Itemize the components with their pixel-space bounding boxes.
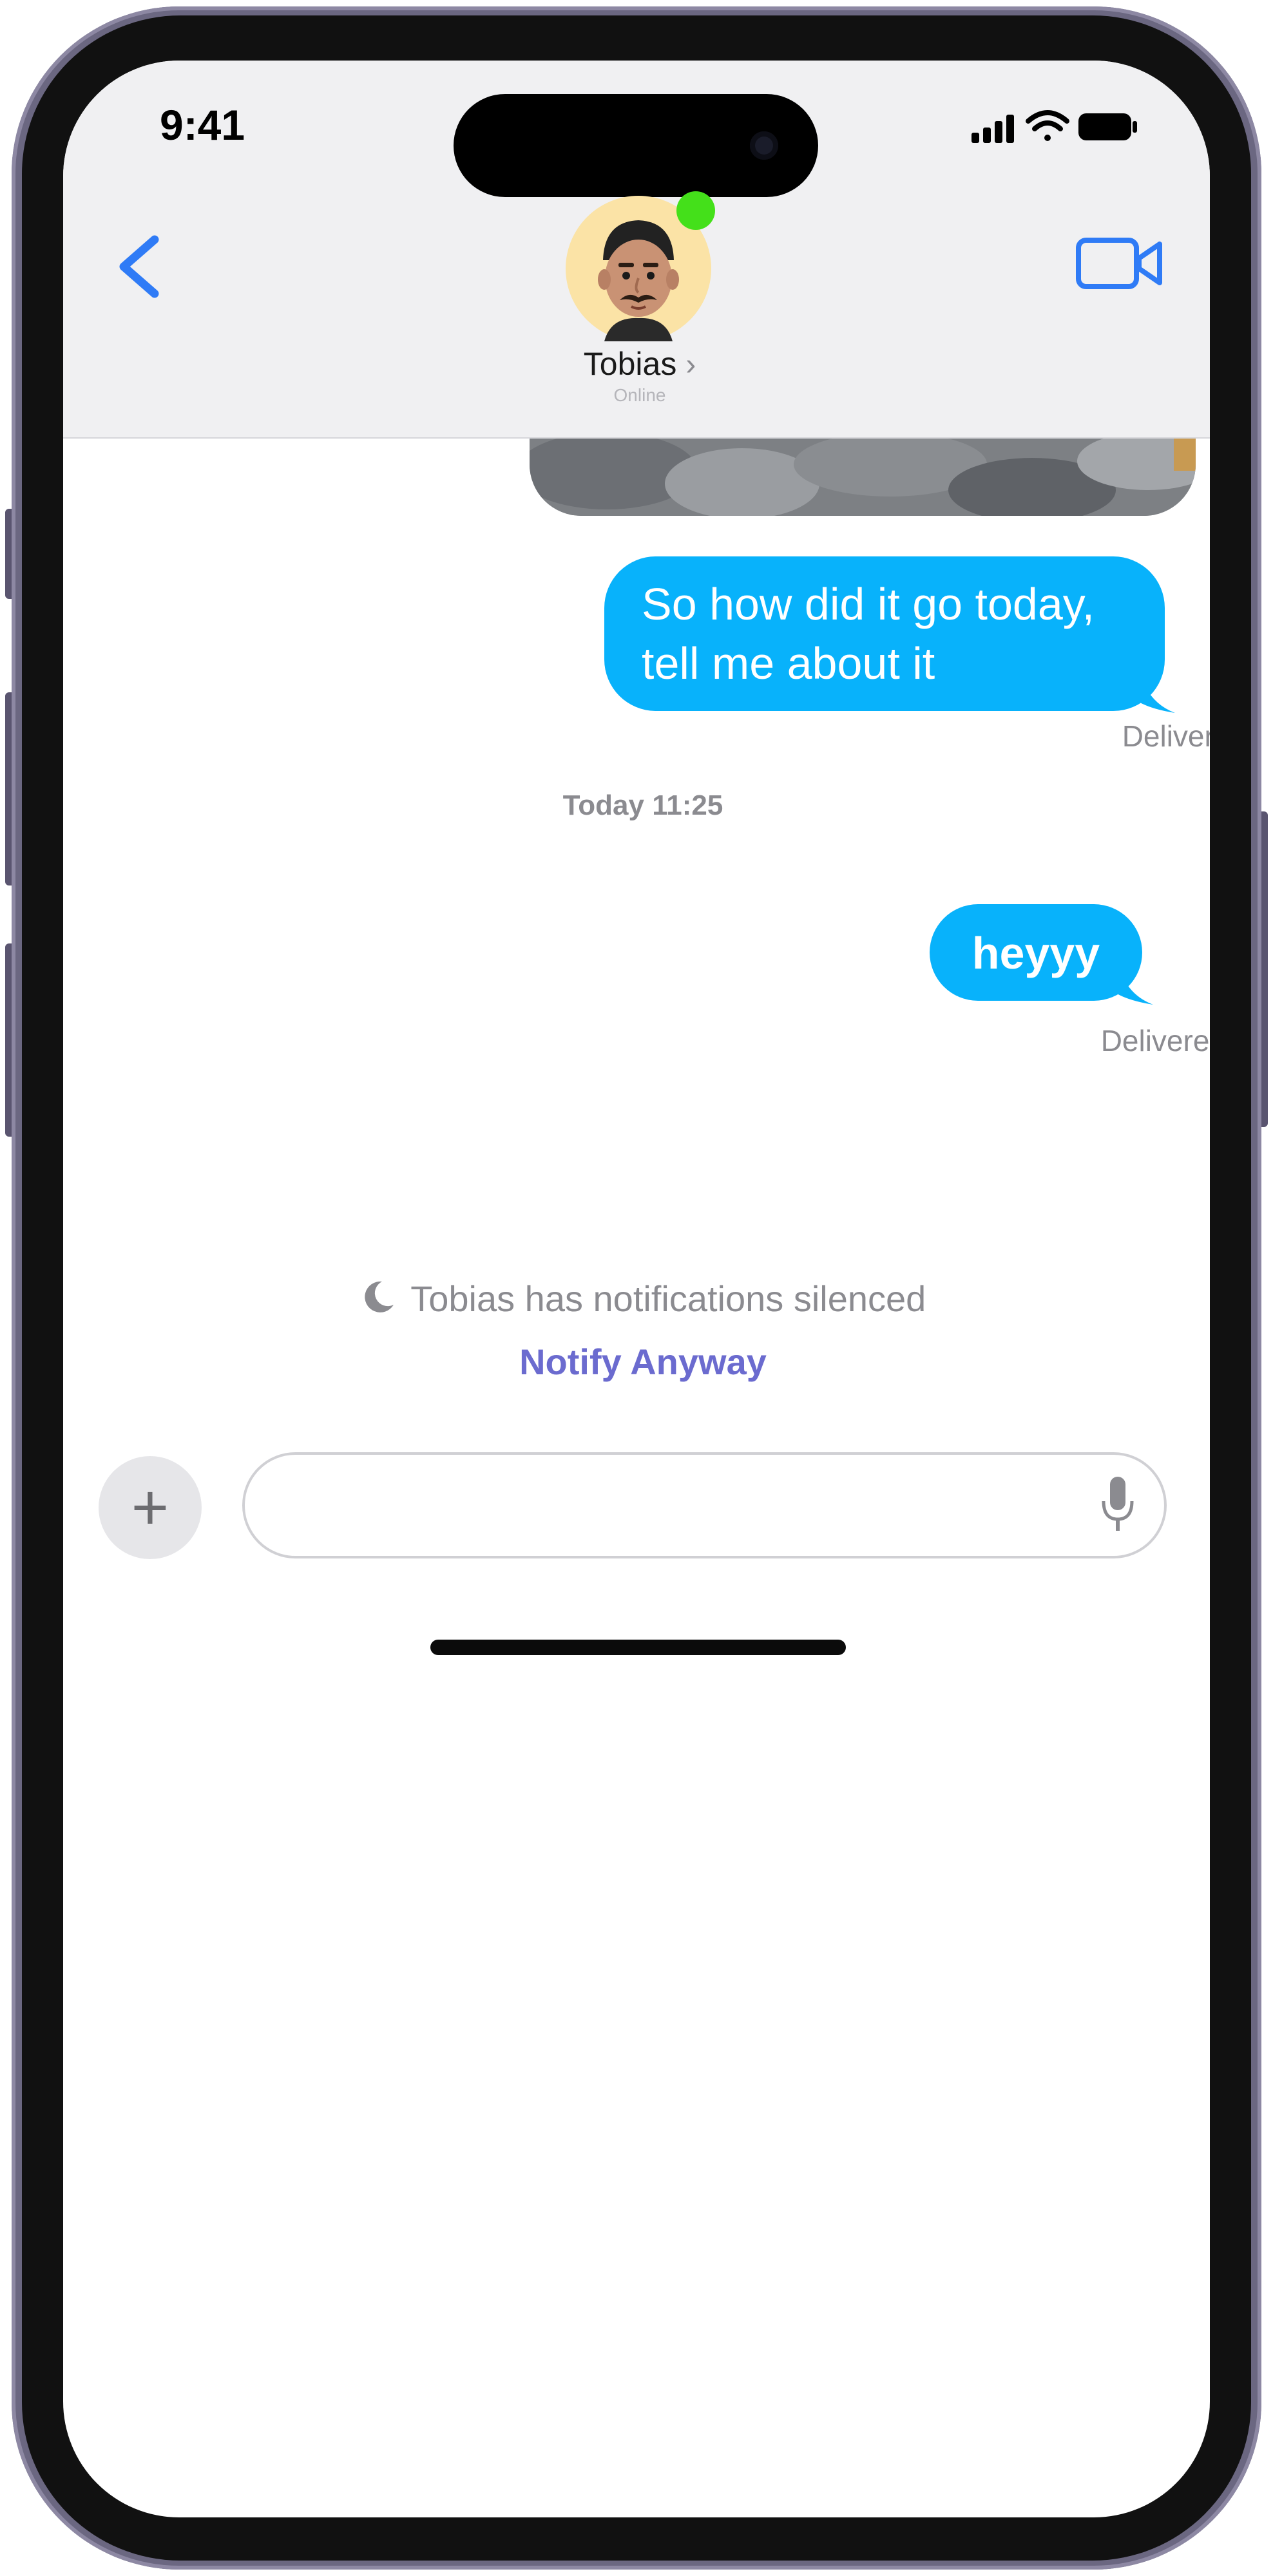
back-button[interactable] <box>102 222 179 312</box>
chevron-left-icon <box>119 235 159 298</box>
moon-icon <box>365 1281 394 1312</box>
message-text: So how did it go today, tell me about it <box>642 579 1095 688</box>
bubble-tail <box>1138 663 1175 713</box>
status-time: 9:41 <box>160 101 245 149</box>
front-camera <box>750 131 778 160</box>
message-timestamp: Today 11:25 <box>562 790 723 821</box>
message-bubble-outgoing[interactable]: So how did it go today, tell me about it <box>604 556 1165 711</box>
message-input[interactable] <box>277 1468 1053 1546</box>
contact-name-button[interactable]: Tobias › <box>514 345 765 383</box>
notifications-silenced-notice: Tobias has notifications silenced <box>321 1278 965 1320</box>
plus-icon: + <box>131 1471 169 1544</box>
dynamic-island <box>454 94 818 197</box>
contact-name: Tobias <box>583 346 677 382</box>
bubble-tail <box>1116 954 1153 1005</box>
battery-icon <box>1078 113 1137 140</box>
apps-plus-button[interactable]: + <box>99 1456 202 1559</box>
status-icons <box>972 110 1137 143</box>
image-message[interactable] <box>530 439 1196 516</box>
dictation-button[interactable] <box>1098 1473 1137 1537</box>
video-camera-icon <box>1076 238 1162 289</box>
message-photo <box>530 439 1196 516</box>
messages-screen: 9:41 Tobias › Online So how did it go to… <box>63 61 1210 2517</box>
delivery-status: Delivered <box>1122 719 1210 753</box>
message-text: heyyy <box>972 928 1100 978</box>
video-call-button[interactable] <box>1075 231 1165 296</box>
delivery-status: Delivered <box>1100 1024 1210 1057</box>
wifi-icon <box>1026 110 1069 141</box>
silenced-text: Tobias has notifications silenced <box>410 1278 926 1319</box>
chevron-right-icon: › <box>685 348 696 382</box>
cellular-signal-icon <box>972 115 1014 143</box>
message-bubble-outgoing[interactable]: heyyy <box>930 904 1142 1001</box>
home-indicator[interactable] <box>430 1640 846 1655</box>
message-input-field[interactable] <box>242 1452 1167 1558</box>
microphone-icon <box>1102 1477 1134 1531</box>
contact-status: Online <box>613 385 666 405</box>
notify-anyway-button[interactable]: Notify Anyway <box>450 1341 836 1383</box>
online-status-dot <box>676 191 715 230</box>
